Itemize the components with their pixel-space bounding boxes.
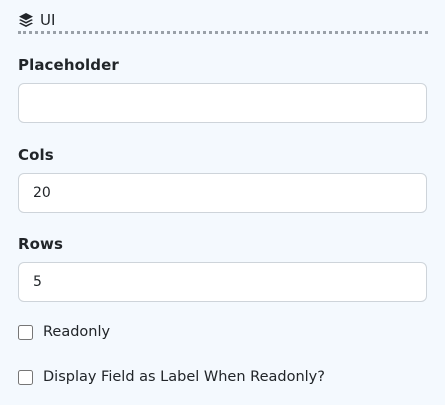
readonly-checkbox-label[interactable]: Readonly — [43, 324, 110, 340]
placeholder-label: Placeholder — [18, 56, 119, 74]
section-title: UI — [40, 11, 56, 29]
cols-input[interactable] — [18, 173, 427, 213]
readonly-checkbox[interactable] — [18, 324, 33, 340]
section-header: UI — [18, 7, 428, 33]
placeholder-input[interactable] — [18, 83, 427, 123]
display-as-label-option: Display Field as Label When Readonly? — [18, 369, 325, 385]
display-as-label-checkbox[interactable] — [18, 369, 33, 385]
ui-settings-section: UI Placeholder Cols Rows Readonly Displa… — [0, 0, 445, 405]
layers-icon — [18, 12, 34, 28]
rows-input[interactable] — [18, 262, 427, 302]
readonly-option: Readonly — [18, 324, 110, 340]
display-as-label-checkbox-label[interactable]: Display Field as Label When Readonly? — [43, 369, 325, 385]
rows-label: Rows — [18, 235, 64, 253]
cols-label: Cols — [18, 146, 54, 164]
section-divider — [18, 31, 428, 34]
